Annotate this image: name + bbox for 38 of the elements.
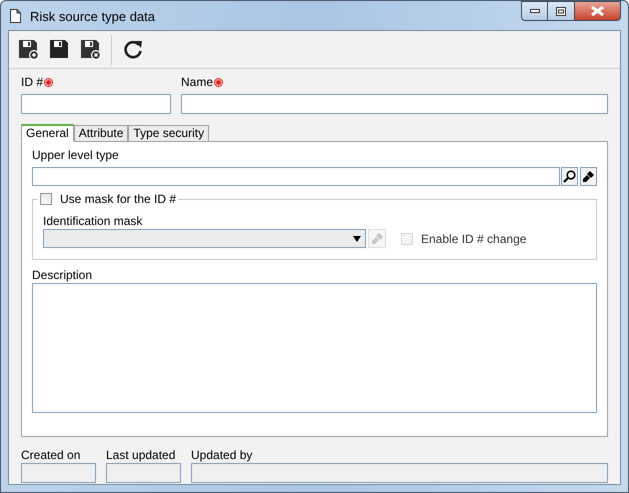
tab[interactable]: Attribute: [74, 125, 128, 141]
tab[interactable]: General: [21, 124, 74, 142]
save-close-button[interactable]: [78, 38, 102, 62]
maximize-button[interactable]: [548, 1, 574, 21]
field-label: Identification mask: [43, 214, 144, 228]
text-field[interactable]: [21, 94, 171, 114]
description-field[interactable]: [32, 283, 597, 413]
checkbox-label: Use mask for the ID #: [60, 191, 176, 208]
minimize-icon: [530, 9, 540, 13]
field-label: Last updated: [106, 448, 176, 462]
save-new-button[interactable]: [16, 38, 40, 62]
tab[interactable]: Type security: [128, 125, 210, 141]
refresh-icon: [122, 39, 144, 60]
checkbox[interactable]: [40, 193, 52, 205]
search-button[interactable]: [561, 167, 578, 186]
save-icon: [48, 39, 70, 60]
field-label: Description: [32, 268, 94, 282]
field-label: Upper level type: [32, 148, 120, 162]
eraser-icon: [582, 170, 595, 183]
save-plus-icon: [18, 39, 38, 60]
field-label: Created on: [21, 448, 82, 462]
save-x-icon: [80, 39, 100, 60]
maximize-icon: [556, 6, 566, 16]
minimize-button[interactable]: [521, 1, 548, 21]
checkbox-label: Enable ID # change: [421, 230, 526, 248]
text-field[interactable]: [181, 94, 608, 114]
field-label: Name: [181, 74, 214, 91]
upper-level-type-field[interactable]: [32, 167, 560, 186]
close-button[interactable]: [574, 1, 621, 21]
window-title: Risk source type data: [30, 8, 156, 26]
dropdown-arrow-icon: [353, 236, 361, 242]
field-label: Updated by: [191, 448, 254, 462]
field-label: ID #: [21, 74, 44, 91]
clear-button[interactable]: [580, 167, 597, 186]
close-icon: [591, 6, 604, 16]
search-icon: [563, 170, 576, 183]
eraser-icon: [370, 232, 384, 245]
document-icon: [10, 9, 21, 23]
